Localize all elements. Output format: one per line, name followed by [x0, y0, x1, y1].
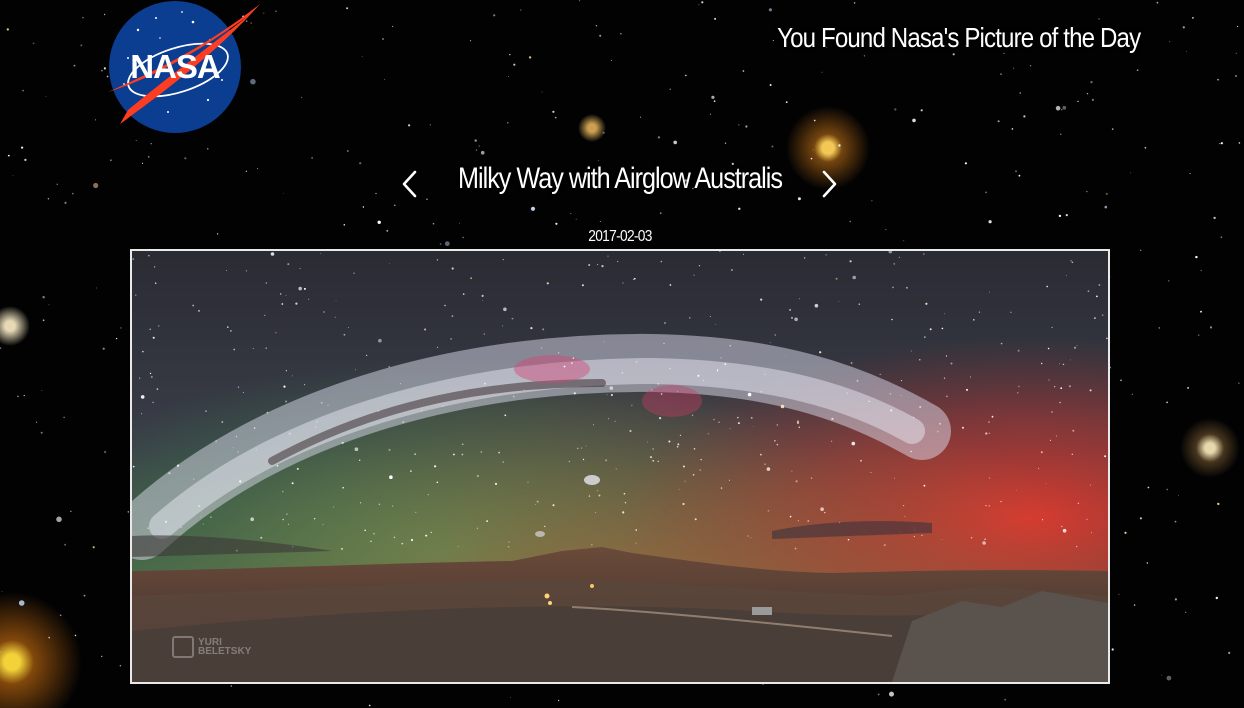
apod-title-nav: Milky Way with Airglow Australis [390, 160, 850, 204]
apod-page: NASA You Found Nasa's Picture of the Day… [0, 0, 1244, 708]
nasa-logo-text: NASA [130, 48, 220, 85]
chevron-right-icon [822, 170, 837, 198]
chevron-left-icon [402, 170, 417, 198]
previous-day-button[interactable] [392, 166, 428, 202]
photographer-watermark: YURI BELETSKY [172, 636, 258, 658]
camera-watermark-icon [172, 636, 194, 658]
nasa-logo[interactable]: NASA [98, 0, 264, 136]
apod-image-title: Milky Way with Airglow Australis [458, 162, 783, 195]
apod-photo[interactable]: YURI BELETSKY [130, 249, 1110, 684]
milky-way-panorama-image [132, 251, 1108, 682]
next-day-button[interactable] [811, 166, 847, 202]
apod-date: 2017-02-03 [588, 228, 652, 245]
page-header-title: You Found Nasa's Picture of the Day [776, 22, 1141, 53]
